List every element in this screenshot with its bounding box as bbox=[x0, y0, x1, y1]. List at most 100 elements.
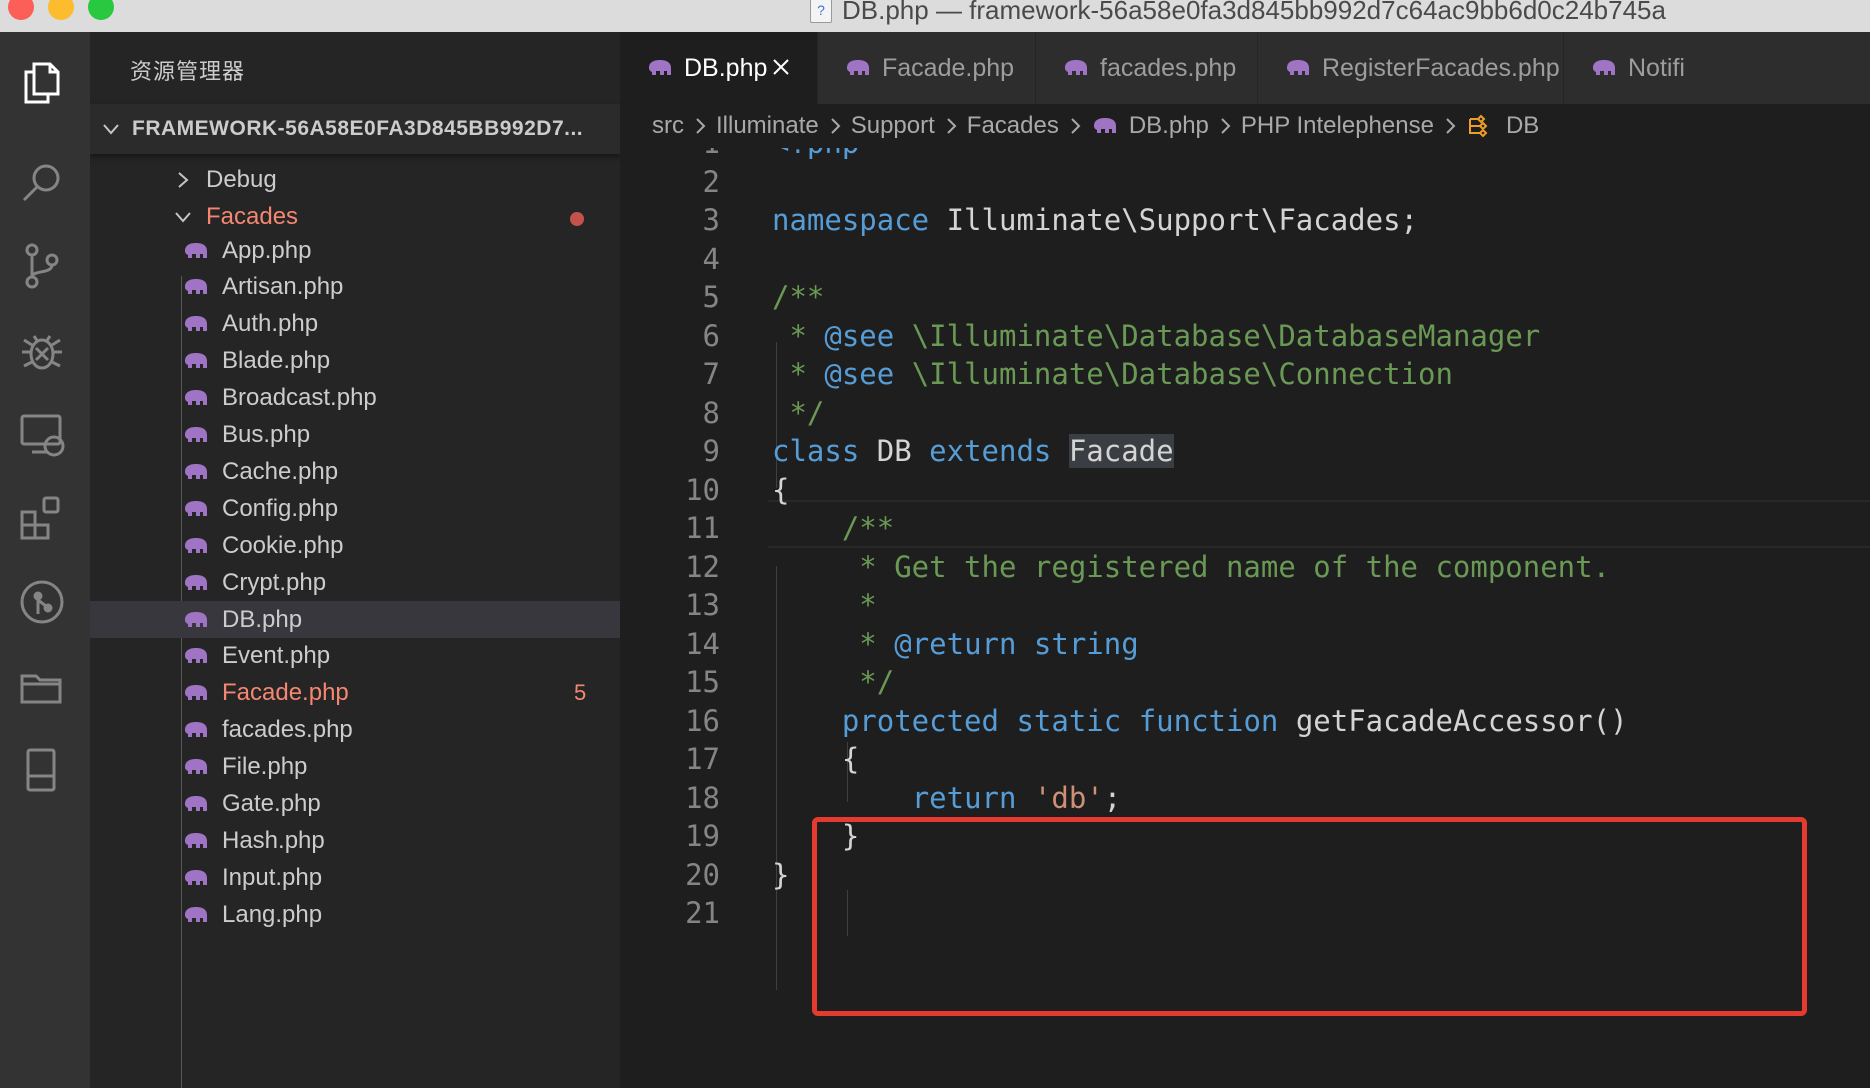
php-elephant-icon bbox=[185, 648, 207, 664]
breadcrumb-item[interactable]: DB.php bbox=[1129, 112, 1209, 140]
php-elephant-icon bbox=[185, 796, 207, 811]
source-control-icon[interactable] bbox=[14, 238, 70, 294]
tree-file-row[interactable]: Artisan.php bbox=[90, 269, 620, 306]
code-token: extends bbox=[929, 434, 1052, 468]
tab-notifi[interactable]: Notifi bbox=[1564, 32, 1870, 104]
code-token: \Illuminate\Database\Connection bbox=[894, 357, 1453, 391]
close-icon[interactable] bbox=[769, 55, 793, 79]
php-elephant-icon bbox=[185, 869, 207, 885]
window-close-button[interactable] bbox=[8, 0, 34, 20]
tree-file-row[interactable]: App.php bbox=[90, 232, 620, 269]
code-token: * bbox=[841, 588, 877, 622]
bookmark-icon[interactable] bbox=[14, 742, 70, 798]
php-elephant-icon bbox=[185, 242, 207, 258]
tree-file-label: Artisan.php bbox=[222, 273, 344, 301]
code-token: { bbox=[772, 742, 860, 776]
code-token: } bbox=[772, 857, 790, 892]
code-token: return bbox=[911, 780, 1017, 815]
tree-folder-label: Debug bbox=[206, 166, 277, 193]
tree-file-row[interactable]: Event.php bbox=[90, 638, 620, 675]
search-icon[interactable] bbox=[14, 154, 70, 210]
breadcrumb-item[interactable]: Support bbox=[851, 112, 935, 140]
tree-file-row[interactable]: Lang.php bbox=[90, 896, 620, 933]
tree-file-row[interactable]: Facade.php 5 bbox=[90, 675, 620, 712]
code-token: @return string bbox=[894, 626, 1139, 661]
php-elephant-icon bbox=[185, 574, 207, 590]
tree-file-row[interactable]: Crypt.php bbox=[90, 564, 620, 601]
tree-file-row[interactable]: facades.php bbox=[90, 712, 620, 749]
chevron-right-icon bbox=[1446, 118, 1456, 134]
php-elephant-icon bbox=[185, 685, 207, 701]
code-token: static bbox=[1016, 703, 1122, 738]
tree-file-row[interactable]: Blade.php bbox=[90, 343, 620, 380]
line-number: 21 bbox=[685, 896, 720, 930]
php-elephant-icon bbox=[185, 832, 207, 848]
tree-file-row[interactable]: Gate.php bbox=[90, 786, 620, 823]
tree-file-label: Cache.php bbox=[222, 457, 339, 485]
tree-file-label: Gate.php bbox=[222, 790, 321, 817]
tree-file-label: Config.php bbox=[222, 494, 339, 522]
code-token: Facade bbox=[1068, 434, 1174, 468]
tree-file-label: File.php bbox=[222, 753, 308, 781]
activity-bar bbox=[0, 32, 90, 1088]
tree-file-row[interactable]: DB.php bbox=[90, 601, 620, 638]
tab-db-php[interactable]: DB.php bbox=[620, 32, 818, 104]
tab-label: RegisterFacades.php bbox=[1322, 53, 1560, 82]
tree-file-row[interactable]: Hash.php bbox=[90, 822, 620, 859]
breadcrumb-item[interactable]: PHP Intelephense bbox=[1241, 112, 1434, 140]
breadcrumb-item[interactable]: DB bbox=[1506, 112, 1539, 140]
folder-header[interactable]: FRAMEWORK-56A58E0FA3D845BB992D7... bbox=[90, 104, 620, 154]
php-elephant-icon bbox=[185, 611, 207, 627]
debug-icon[interactable] bbox=[14, 322, 70, 378]
folder-icon[interactable] bbox=[14, 658, 70, 714]
tree-file-label: Hash.php bbox=[222, 826, 325, 854]
window-minimize-button[interactable] bbox=[48, 0, 74, 20]
tree-file-row[interactable]: Cookie.php bbox=[90, 527, 620, 564]
code-token: */ bbox=[772, 395, 825, 430]
code-token: * Get the registered name of the compone… bbox=[841, 549, 1611, 584]
chevron-right-icon bbox=[178, 172, 189, 188]
tab-facades-php[interactable]: facades.php bbox=[1036, 32, 1258, 104]
tree-file-row[interactable]: Bus.php bbox=[90, 417, 620, 454]
php-elephant-icon bbox=[1065, 60, 1087, 75]
tree-file-label: Broadcast.php bbox=[222, 384, 377, 412]
php-elephant-icon bbox=[185, 463, 207, 479]
breadcrumb-item[interactable]: src bbox=[652, 112, 684, 140]
breadcrumb: src Illuminate Support Facades DB.php PH… bbox=[620, 104, 1870, 148]
window-zoom-button[interactable] bbox=[88, 0, 114, 20]
window-title-wrap: ? DB.php — framework-56a58e0fa3d845bb992… bbox=[810, 0, 1666, 26]
git-graph-icon[interactable] bbox=[14, 574, 70, 630]
tree-file-row[interactable]: Cache.php bbox=[90, 453, 620, 490]
workspace-folder-name: FRAMEWORK-56A58E0FA3D845BB992D7... bbox=[132, 117, 584, 140]
tree-file-row[interactable]: Config.php bbox=[90, 490, 620, 527]
code-token: */ bbox=[841, 665, 895, 699]
code-token: * bbox=[841, 626, 895, 661]
tab-facade-php[interactable]: Facade.php bbox=[818, 32, 1036, 104]
tree-file-row[interactable]: File.php bbox=[90, 749, 620, 786]
tree-file-row[interactable]: Input.php bbox=[90, 859, 620, 896]
chevron-right-icon bbox=[831, 118, 841, 134]
explorer-sidebar: 资源管理器 Debug Facades App.php Artisan.php Au… bbox=[90, 32, 620, 1088]
files-icon[interactable] bbox=[14, 54, 70, 110]
tree-file-row[interactable]: Auth.php bbox=[90, 306, 620, 343]
tab-registerfacades-php[interactable]: RegisterFacades.php bbox=[1258, 32, 1564, 104]
tab-label: facades.php bbox=[1100, 53, 1237, 82]
tree-file-label: DB.php bbox=[222, 605, 303, 633]
code-token: function bbox=[1138, 703, 1279, 738]
code-token: 'db' bbox=[1033, 780, 1104, 815]
breadcrumb-item[interactable]: Illuminate bbox=[716, 112, 819, 140]
sidebar-title: 资源管理器 bbox=[130, 59, 246, 84]
remote-explorer-icon[interactable] bbox=[14, 406, 70, 462]
code-token: \Illuminate\Database\DatabaseManager bbox=[894, 318, 1541, 353]
breadcrumb-item[interactable]: Facades bbox=[967, 112, 1059, 140]
code-token: ; bbox=[1103, 780, 1122, 815]
window-title: DB.php — framework-56a58e0fa3d845bb992d7… bbox=[842, 0, 1666, 25]
tree-file-row[interactable]: Broadcast.php bbox=[90, 380, 620, 417]
extensions-icon[interactable] bbox=[14, 490, 70, 546]
php-elephant-icon bbox=[185, 906, 207, 922]
